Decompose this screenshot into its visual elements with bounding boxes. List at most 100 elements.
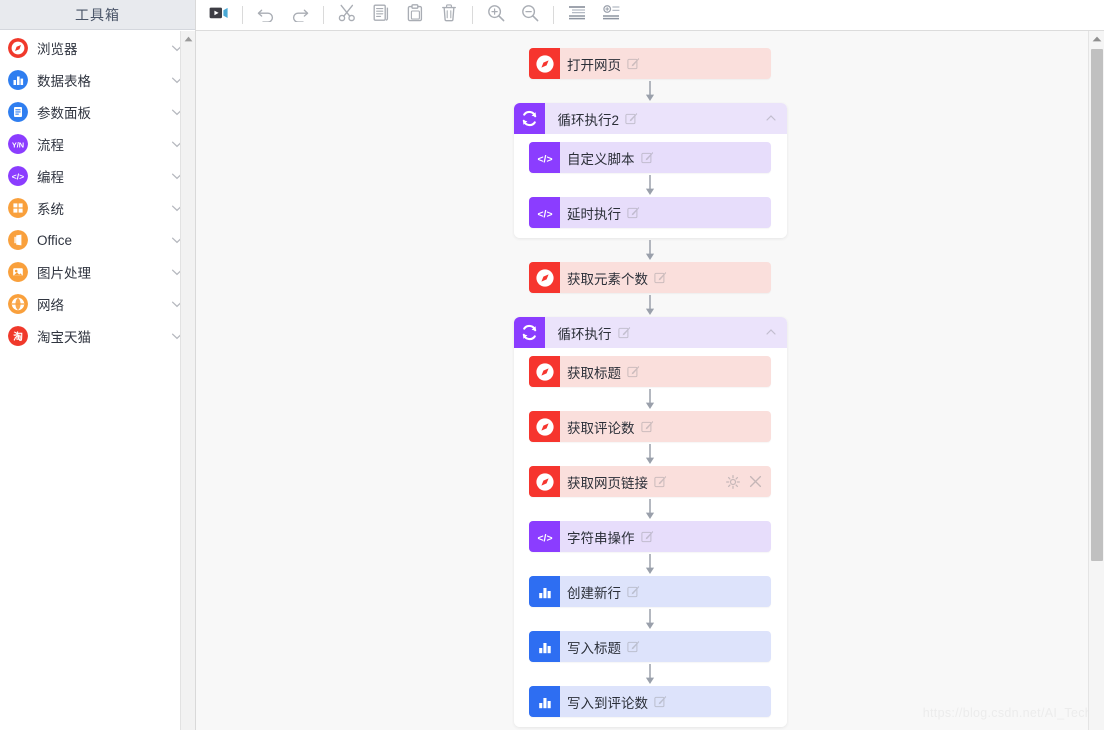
flow-node-label: 写入到评论数 — [567, 695, 648, 711]
canvas-scroll-up-arrow-icon[interactable] — [1089, 31, 1104, 47]
sidebar-item-6[interactable]: 系统 — [0, 192, 195, 224]
sidebar-item-5[interactable]: </> 编程 — [0, 160, 195, 192]
down-arrow-icon — [644, 662, 656, 686]
zoom-out-button[interactable] — [513, 1, 547, 29]
flow-node[interactable]: 获取标题 — [529, 356, 771, 387]
copy-button[interactable] — [364, 1, 398, 29]
loop-body: </> 自定义脚本 </> 延时执行 — [513, 134, 787, 238]
flow-node-label: 获取标题 — [567, 365, 621, 381]
code-icon: </> — [529, 521, 560, 552]
scroll-up-arrow-icon[interactable] — [181, 31, 196, 46]
sidebar-item-label: 编程 — [37, 170, 64, 185]
paste-button[interactable] — [398, 1, 432, 29]
bar-chart-icon — [529, 631, 560, 662]
sidebar-item-1[interactable]: 浏览器 — [0, 32, 195, 64]
compass-icon — [529, 262, 560, 293]
sidebar-item-9[interactable]: 网络 — [0, 288, 195, 320]
document-icon — [8, 102, 28, 122]
trash-icon — [441, 3, 457, 27]
cut-button[interactable] — [330, 1, 364, 29]
flow-node[interactable]: 写入到评论数 — [529, 686, 771, 717]
flow-node[interactable]: 获取元素个数 — [529, 262, 771, 293]
compass-icon — [529, 411, 560, 442]
edit-pencil-icon[interactable] — [625, 112, 638, 125]
edit-pencil-icon[interactable] — [627, 585, 640, 598]
node-actions — [726, 466, 762, 497]
chevron-up-icon[interactable] — [764, 111, 778, 130]
undo-icon — [256, 4, 276, 27]
loop-icon — [513, 317, 545, 348]
zoom-in-button[interactable] — [479, 1, 513, 29]
edit-pencil-icon[interactable] — [627, 206, 640, 219]
flow-canvas[interactable]: 打开网页循环执行2 </> 自定义脚本 </> 延时执行 获取元素个数循环执行获取标题获取… — [196, 31, 1104, 730]
flow-node[interactable]: 打开网页 — [529, 48, 771, 79]
down-arrow-icon — [644, 293, 656, 317]
editor-area: 打开网页循环执行2 </> 自定义脚本 </> 延时执行 获取元素个数循环执行获取标题获取… — [196, 0, 1104, 730]
canvas-scrollbar[interactable] — [1088, 31, 1104, 730]
editor-toolbar — [196, 0, 1104, 31]
collapse-all-button[interactable] — [560, 1, 594, 29]
flow-node[interactable]: </> 延时执行 — [529, 197, 771, 228]
sidebar-item-label: 图片处理 — [37, 266, 91, 281]
gear-icon[interactable] — [726, 474, 740, 489]
separator-2 — [323, 6, 324, 24]
down-arrow-icon — [644, 173, 656, 197]
svg-text:</>: </> — [537, 533, 552, 544]
flow-node[interactable]: 写入标题 — [529, 631, 771, 662]
loop-label: 循环执行2 — [557, 112, 620, 128]
expand-all-button[interactable] — [594, 1, 628, 29]
edit-pencil-icon[interactable] — [617, 326, 631, 339]
sidebar-item-2[interactable]: 数据表格 — [0, 64, 195, 96]
flow-node-label: 自定义脚本 — [567, 151, 635, 167]
sidebar-item-8[interactable]: 图片处理 — [0, 256, 195, 288]
flow-node[interactable]: </> 自定义脚本 — [529, 142, 771, 173]
loop-container[interactable]: 循环执行获取标题获取评论数获取网页链接 </> 字符串操作创建新行写入标题写入到评论… — [513, 317, 787, 727]
compass-icon — [529, 48, 560, 79]
sidebar-item-3[interactable]: 参数面板 — [0, 96, 195, 128]
sidebar-item-4[interactable]: Y/N 流程 — [0, 128, 195, 160]
redo-button[interactable] — [283, 1, 317, 29]
sidebar-item-list: 浏览器 数据表格 参数面板 Y/N 流程 </> 编程 系统 Office 图片处理网络淘 淘宝天猫 — [0, 30, 195, 352]
edit-pencil-icon[interactable] — [640, 530, 654, 543]
delete-button[interactable] — [432, 1, 466, 29]
chevron-up-icon[interactable] — [764, 325, 778, 344]
edit-pencil-icon[interactable] — [654, 475, 667, 488]
loop-container[interactable]: 循环执行2 </> 自定义脚本 </> 延时执行 — [513, 103, 787, 238]
edit-pencil-icon[interactable] — [627, 57, 640, 70]
flow-node-label: 写入标题 — [567, 640, 621, 656]
sidebar-item-label: 淘宝天猫 — [37, 330, 91, 345]
svg-text:淘: 淘 — [13, 331, 23, 343]
flow-node[interactable]: 创建新行 — [529, 576, 771, 607]
play-video-icon — [209, 5, 229, 26]
undo-button[interactable] — [249, 1, 283, 29]
redo-icon — [290, 4, 310, 27]
edit-pencil-icon[interactable] — [654, 271, 667, 284]
grid-icon — [8, 198, 28, 218]
flow-node[interactable]: 获取评论数 — [529, 411, 771, 442]
loop-label: 循环执行 — [557, 326, 612, 342]
flow-node[interactable]: 获取网页链接 — [529, 466, 771, 497]
run-button[interactable] — [202, 1, 236, 29]
flow-node-label: 创建新行 — [567, 585, 621, 601]
close-icon[interactable] — [749, 475, 762, 488]
compass-icon — [529, 466, 560, 497]
flow-node[interactable]: </> 字符串操作 — [529, 521, 771, 552]
down-arrow-icon — [644, 497, 656, 521]
edit-pencil-icon[interactable] — [627, 365, 640, 378]
code-icon: </> — [529, 142, 560, 173]
canvas-scrollbar-thumb[interactable] — [1091, 49, 1103, 561]
sidebar-scrollbar[interactable] — [180, 31, 195, 730]
flow-root: 打开网页循环执行2 </> 自定义脚本 </> 延时执行 获取元素个数循环执行获取标题获取… — [196, 31, 1104, 727]
edit-pencil-icon[interactable] — [627, 640, 640, 653]
flow-node-label: 获取评论数 — [567, 420, 635, 436]
compass-icon — [8, 38, 28, 58]
svg-text:Y/N: Y/N — [12, 140, 24, 149]
app-window: 工具箱 浏览器 数据表格 参数面板 Y/N 流程 </> 编程 系统 Office 图片处理 网络淘… — [0, 0, 1104, 730]
edit-pencil-icon[interactable] — [654, 695, 667, 708]
loop-header[interactable]: 循环执行2 — [513, 103, 787, 134]
sidebar-item-7[interactable]: Office — [0, 224, 195, 256]
edit-pencil-icon[interactable] — [640, 420, 654, 433]
sidebar-item-10[interactable]: 淘 淘宝天猫 — [0, 320, 195, 352]
loop-header[interactable]: 循环执行 — [513, 317, 787, 348]
edit-pencil-icon[interactable] — [640, 151, 654, 164]
